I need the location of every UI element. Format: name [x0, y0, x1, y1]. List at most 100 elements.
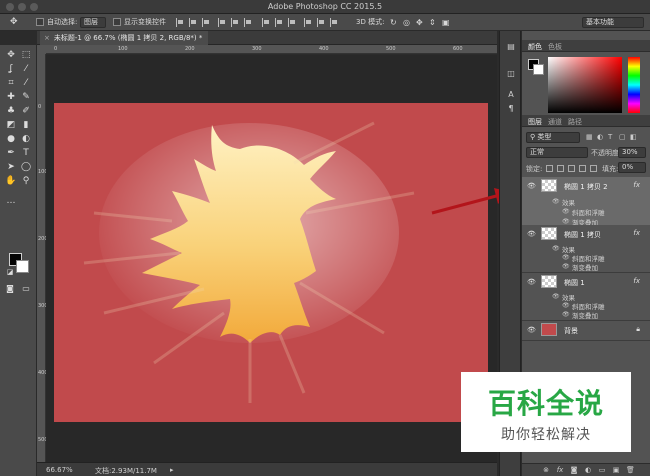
- show-transform-checkbox[interactable]: [113, 18, 121, 26]
- magic-wand-tool-icon[interactable]: ⁄: [19, 63, 33, 75]
- effect-bevel-emboss[interactable]: 斜面和浮雕: [572, 207, 605, 217]
- blur-tool-icon[interactable]: ●: [4, 133, 18, 145]
- opacity-input[interactable]: 30%: [618, 147, 646, 158]
- 3d-rotate-icon[interactable]: ↻: [390, 17, 397, 28]
- auto-select-dropdown[interactable]: 图层: [80, 17, 106, 28]
- filter-type-icon[interactable]: T: [608, 133, 612, 141]
- auto-select-checkbox[interactable]: [36, 18, 44, 26]
- effects-eye-icon[interactable]: 👁: [552, 245, 560, 252]
- layer-fx-icon[interactable]: fx: [633, 229, 640, 237]
- effect-gradient-overlay[interactable]: 渐变叠加: [572, 310, 598, 320]
- distribute-right-icon[interactable]: [330, 18, 338, 27]
- color-picker-field[interactable]: [548, 57, 622, 113]
- 3d-slide-icon[interactable]: ⇕: [429, 17, 436, 28]
- align-center-icon[interactable]: [231, 18, 239, 27]
- 3d-pan-icon[interactable]: ✥: [416, 17, 423, 28]
- horizontal-ruler[interactable]: 0 100 200 300 400 500 600: [46, 45, 497, 54]
- visibility-eye-icon[interactable]: 👁: [527, 230, 536, 238]
- 3d-roll-icon[interactable]: ◎: [403, 17, 410, 28]
- path-selection-tool-icon[interactable]: ➤: [4, 161, 18, 173]
- effect-eye-icon[interactable]: 👁: [562, 311, 570, 318]
- healing-brush-tool-icon[interactable]: ✚: [4, 91, 18, 103]
- move-tool-icon[interactable]: ✥: [10, 17, 18, 28]
- adjustment-layer-icon[interactable]: ◐: [584, 467, 592, 474]
- color-panel-background-swatch[interactable]: [533, 64, 544, 75]
- fill-input[interactable]: 0%: [618, 162, 646, 173]
- filter-smart-icon[interactable]: ◧: [630, 133, 637, 141]
- close-tab-icon[interactable]: ×: [44, 34, 50, 42]
- document-tab[interactable]: × 未标题-1 @ 66.7% (椭圆 1 拷贝 2, RGB/8*) *: [40, 31, 209, 45]
- layer-row-ellipse-copy[interactable]: 👁 椭圆 1 拷贝 fx 👁 效果 👁 斜面和浮雕 👁 渐变叠加: [522, 225, 650, 273]
- tab-layers[interactable]: 图层: [528, 117, 542, 127]
- layer-row-ellipse-copy-2[interactable]: 👁 椭圆 1 拷贝 2 fx 👁 效果 👁 斜面和浮雕 👁 渐变叠加: [522, 177, 650, 229]
- layer-fx-icon[interactable]: fx: [633, 181, 640, 189]
- effect-eye-icon[interactable]: 👁: [562, 208, 570, 215]
- effects-eye-icon[interactable]: 👁: [552, 293, 560, 300]
- visibility-eye-icon[interactable]: 👁: [527, 182, 536, 190]
- zoom-level[interactable]: 66.67%: [46, 466, 73, 474]
- effect-eye-icon[interactable]: 👁: [562, 218, 570, 225]
- filter-adjustment-icon[interactable]: ◐: [597, 133, 603, 141]
- character-panel-icon[interactable]: A: [505, 89, 517, 101]
- lock-artboard-icon[interactable]: [579, 165, 586, 172]
- quick-mask-icon[interactable]: ◙: [3, 283, 17, 295]
- filter-shape-icon[interactable]: ▢: [619, 133, 626, 141]
- align-bottom-icon[interactable]: [202, 18, 210, 27]
- eyedropper-tool-icon[interactable]: ⁄: [19, 77, 33, 89]
- default-colors-icon[interactable]: ◪: [3, 266, 17, 278]
- lasso-tool-icon[interactable]: ʆ: [4, 63, 18, 75]
- hue-slider[interactable]: [628, 57, 640, 113]
- history-panel-icon[interactable]: ▤: [505, 41, 517, 53]
- type-tool-icon[interactable]: T: [19, 147, 33, 159]
- effects-eye-icon[interactable]: 👁: [552, 198, 560, 205]
- align-left-icon[interactable]: [218, 18, 226, 27]
- layer-row-ellipse[interactable]: 👁 椭圆 1 fx 👁 效果 👁 斜面和浮雕 👁 渐变叠加: [522, 273, 650, 321]
- visibility-eye-icon[interactable]: 👁: [527, 326, 536, 334]
- layer-filter-dropdown[interactable]: ⚲ 类型: [526, 132, 580, 143]
- lock-icon[interactable]: 🔒︎: [636, 325, 640, 334]
- trash-icon[interactable]: 🗑︎: [626, 467, 635, 474]
- tab-color[interactable]: 颜色: [528, 42, 542, 52]
- filter-pixel-icon[interactable]: ▦: [586, 133, 593, 141]
- status-menu-arrow-icon[interactable]: ▸: [170, 466, 174, 474]
- dodge-tool-icon[interactable]: ◐: [19, 133, 33, 145]
- tab-swatches[interactable]: 色板: [548, 42, 562, 52]
- link-layers-icon[interactable]: ⊗: [542, 467, 550, 474]
- gradient-tool-icon[interactable]: ▮: [19, 119, 33, 131]
- align-top-icon[interactable]: [176, 18, 184, 27]
- align-right-icon[interactable]: [244, 18, 252, 27]
- add-mask-icon[interactable]: ◙: [570, 467, 578, 474]
- more-tools-icon[interactable]: …: [4, 195, 18, 207]
- zoom-tool-icon[interactable]: ⚲: [19, 175, 33, 187]
- crop-tool-icon[interactable]: ⌗: [4, 77, 18, 89]
- brush-tool-icon[interactable]: ✎: [19, 91, 33, 103]
- shape-tool-icon[interactable]: ◯: [19, 161, 33, 173]
- add-style-icon[interactable]: fx: [556, 467, 564, 474]
- marquee-tool-icon[interactable]: ⬚: [19, 49, 33, 61]
- workspace-dropdown[interactable]: 基本功能: [582, 17, 644, 28]
- layer-row-background[interactable]: 👁 背景 🔒︎: [522, 321, 650, 341]
- lock-pixels-icon[interactable]: [557, 165, 564, 172]
- pen-tool-icon[interactable]: ✒: [4, 147, 18, 159]
- lock-position-icon[interactable]: [568, 165, 575, 172]
- screen-mode-icon[interactable]: ▭: [19, 283, 33, 295]
- new-layer-icon[interactable]: ▣: [612, 467, 620, 474]
- blend-mode-dropdown[interactable]: 正常: [526, 147, 588, 158]
- distribute-middle-icon[interactable]: [275, 18, 283, 27]
- paragraph-panel-icon[interactable]: ¶: [505, 103, 517, 115]
- distribute-top-icon[interactable]: [262, 18, 270, 27]
- tab-channels[interactable]: 通道: [548, 117, 562, 127]
- tab-paths[interactable]: 路径: [568, 117, 582, 127]
- distribute-left-icon[interactable]: [304, 18, 312, 27]
- lock-all-icon[interactable]: [590, 165, 597, 172]
- eraser-tool-icon[interactable]: ◩: [4, 119, 18, 131]
- distribute-bottom-icon[interactable]: [288, 18, 296, 27]
- distribute-center-icon[interactable]: [317, 18, 325, 27]
- vertical-ruler[interactable]: 0 100 200 300 400 500: [37, 54, 48, 462]
- layer-fx-icon[interactable]: fx: [633, 277, 640, 285]
- history-brush-tool-icon[interactable]: ✐: [19, 105, 33, 117]
- 3d-scale-icon[interactable]: ▣: [442, 17, 450, 28]
- align-middle-icon[interactable]: [189, 18, 197, 27]
- lock-transparent-icon[interactable]: [546, 165, 553, 172]
- move-tool-icon[interactable]: ✥: [4, 49, 18, 61]
